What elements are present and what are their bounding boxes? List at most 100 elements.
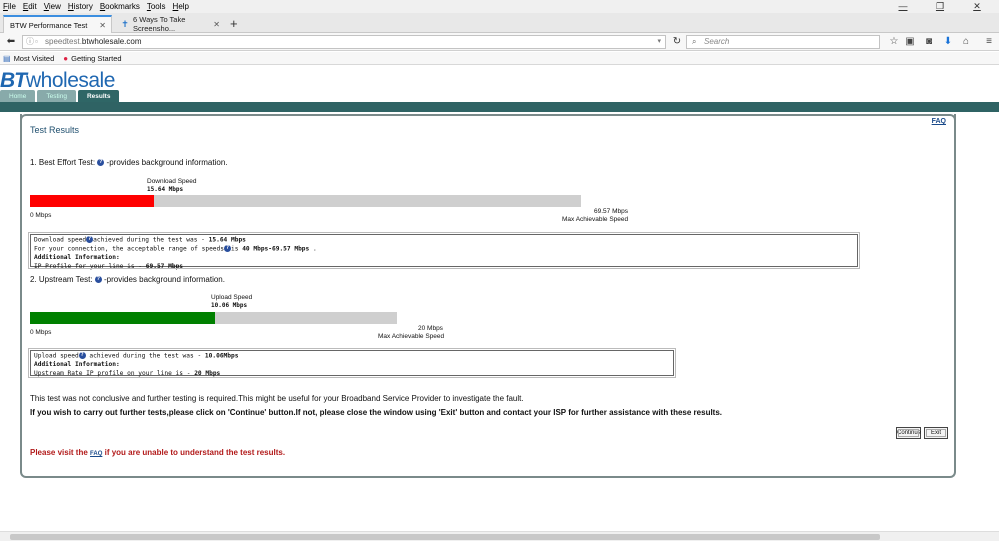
bookmark-getting-started[interactable]: ● Getting Started (63, 54, 121, 63)
continue-button[interactable]: Continue (896, 427, 921, 439)
folder-icon: ▤ (3, 53, 11, 63)
maximize-button[interactable]: ❐ (925, 0, 955, 13)
download-max-value: 69.57 Mbps (594, 208, 628, 215)
url-prefix: speedtest. (45, 37, 82, 46)
menu-edit[interactable]: Edit (23, 2, 37, 11)
close-window-button[interactable]: ✕ (962, 0, 992, 13)
reload-icon[interactable]: ↻ (670, 35, 684, 49)
info-value: 20 Mbps (194, 369, 221, 377)
upload-max-caption: Max Achievable Speed (378, 333, 445, 340)
faq-message-text: if you are unable to understand the test… (102, 448, 286, 457)
help-icon[interactable]: ? (97, 159, 105, 167)
url-bar[interactable]: ⓘ ▫ speedtest.btwholesale.com ▾ (22, 35, 666, 49)
further-tests-message: If you wish to carry out further tests,p… (30, 408, 723, 417)
upload-info-box: Upload speed? achieved during the test w… (28, 348, 676, 378)
page-icon: ▫ (35, 37, 38, 46)
faq-link[interactable]: FAQ (932, 118, 946, 125)
scrollbar-thumb[interactable] (10, 534, 880, 540)
download-speed-fill (30, 195, 154, 207)
header-band (0, 102, 999, 112)
info-icon[interactable]: ⓘ (26, 36, 34, 48)
best-effort-label: 1. Best Effort Test: ? -provides backgro… (30, 158, 228, 167)
upstream-label: 2. Upstream Test: ? -provides background… (30, 275, 225, 284)
upstream-prefix: 2. Upstream Test: (30, 275, 93, 284)
download-speed-value: 15.64 Mbps (147, 186, 184, 193)
info-text: IP Profile for your line is - (34, 262, 146, 270)
bookmarks-toolbar: ▤ Most Visited ● Getting Started (0, 52, 999, 65)
bookmark-label: Getting Started (71, 53, 122, 63)
upload-speed-title: Upload Speed (211, 294, 253, 301)
info-text: For your connection, the acceptable rang… (34, 245, 224, 253)
faq-inline-link[interactable]: FAQ (90, 451, 102, 457)
info-text: achieved during the test was - (93, 236, 209, 244)
info-text: Upstream Rate IP profile on your line is… (34, 369, 195, 377)
window-controls: — ❐ ✕ (888, 0, 999, 13)
help-icon[interactable]: ? (224, 245, 231, 253)
upstream-suffix: -provides background information. (104, 275, 225, 284)
hamburger-menu-icon[interactable]: ≡ (983, 36, 995, 48)
chevron-down-icon[interactable]: ▾ (657, 36, 661, 48)
menu-tools[interactable]: Tools (147, 2, 166, 11)
search-input[interactable]: ⌕ Search (686, 35, 880, 49)
tab-label: 6 Ways To Take Screensho... (133, 15, 186, 33)
clipboard-icon[interactable]: ▣ (904, 36, 916, 48)
download-info-line: Download speed? achieved during the test … (34, 236, 854, 245)
menu-file[interactable]: File (3, 2, 16, 11)
back-arrow-icon[interactable]: ⬅ (4, 35, 18, 49)
tab-btw-performance[interactable]: BTW Performance Test ✕ (3, 15, 112, 33)
menu-history[interactable]: History (68, 2, 93, 11)
info-value: 40 Mbps-69.57 Mbps (242, 245, 310, 253)
faq-message: Please visit the FAQ if you are unable t… (30, 448, 285, 457)
search-placeholder: Search (704, 37, 730, 46)
download-min-label: 0 Mbps (30, 212, 52, 219)
info-text: Upload speed (34, 352, 79, 360)
upload-min-label: 0 Mbps (30, 329, 52, 336)
help-icon[interactable]: ? (78, 352, 86, 359)
info-text: Download speed (34, 236, 87, 244)
help-icon[interactable]: ? (94, 276, 102, 284)
home-icon[interactable]: ⌂ (960, 36, 972, 48)
menu-bookmarks[interactable]: Bookmarks (100, 2, 140, 11)
menu-bar: File Edit View History Bookmarks Tools H… (0, 0, 999, 13)
download-max-caption: Max Achievable Speed (562, 216, 629, 223)
download-speed-bar (30, 195, 581, 207)
bookmark-most-visited[interactable]: ▤ Most Visited (3, 54, 54, 63)
navigation-bar: ⬅ ⓘ ▫ speedtest.btwholesale.com ▾ ↻ ⌕ Se… (0, 33, 999, 51)
menu-view[interactable]: View (44, 2, 61, 11)
search-icon: ⌕ (692, 37, 697, 46)
info-text: achieved during the test was - (85, 352, 205, 360)
range-info-line: For your connection, the acceptable rang… (34, 245, 854, 254)
horizontal-scrollbar[interactable] (0, 531, 999, 541)
download-speed-title: Download Speed (147, 178, 197, 185)
star-icon[interactable]: ☆ (888, 36, 900, 48)
menu-help[interactable]: Help (173, 2, 189, 11)
results-panel: FAQ Test Results 1. Best Effort Test: ? … (20, 114, 956, 478)
minimize-button[interactable]: — (888, 0, 918, 13)
info-value: 69.57 Mbps (145, 262, 184, 270)
upload-speed-value: 10.06 Mbps (211, 302, 248, 309)
firefox-icon: ● (63, 53, 69, 63)
additional-info-heading: Additional Information: (34, 361, 120, 369)
pocket-icon[interactable]: ◙ (923, 36, 935, 48)
best-effort-prefix: 1. Best Effort Test: (30, 158, 96, 167)
info-value: 15.64 Mbps (208, 236, 246, 244)
close-tab-icon[interactable]: ✕ (99, 21, 106, 30)
upload-speed-fill (30, 312, 215, 324)
close-tab-icon[interactable]: ✕ (213, 20, 220, 29)
info-value: 10.06Mbps (204, 352, 239, 360)
bt-wholesale-logo: BT wholesale (0, 69, 115, 92)
faq-message-text: Please visit the (30, 448, 91, 457)
tab-label: BTW Performance Test (10, 20, 88, 30)
results-title: Test Results (30, 125, 80, 135)
upload-speed-bar (30, 312, 397, 324)
ip-profile-line: IP Profile for your line is - 69.57 Mbps (34, 263, 854, 272)
additional-info-heading: Additional Information: (34, 254, 120, 262)
download-icon[interactable]: ⬇ (942, 36, 954, 48)
new-tab-button[interactable]: + (230, 16, 238, 31)
tab-strip: BTW Performance Test ✕ ✝ 6 Ways To Take … (0, 13, 999, 33)
upload-max-value: 20 Mbps (418, 325, 443, 332)
best-effort-suffix: -provides background information. (106, 158, 228, 167)
inconclusive-message: This test was not conclusive and further… (30, 394, 524, 403)
exit-button[interactable]: Exit (924, 427, 948, 439)
tab-screenshots[interactable]: ✝ 6 Ways To Take Screensho... ✕ (115, 15, 225, 33)
